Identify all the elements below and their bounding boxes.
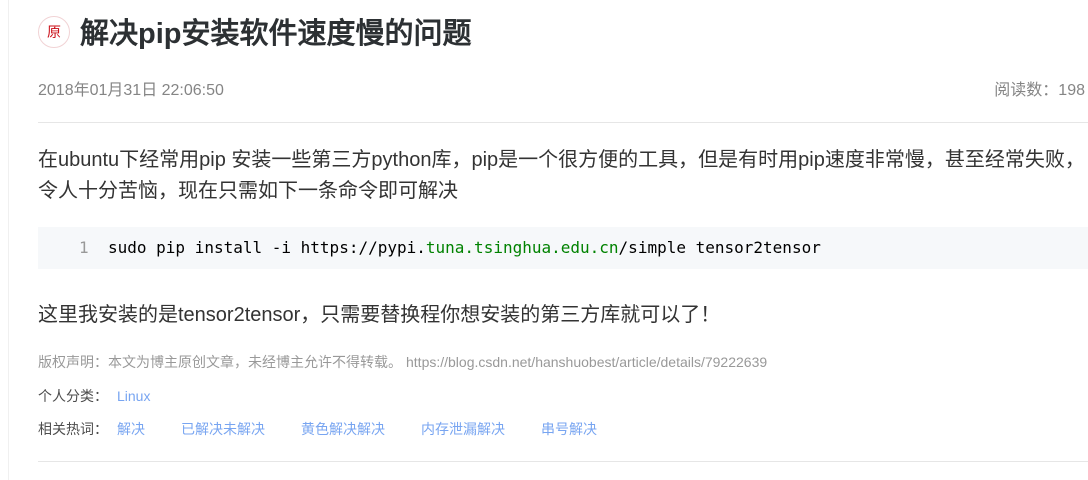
content-left-border xyxy=(8,0,9,480)
read-count-label: 阅读数： xyxy=(994,82,1059,99)
hot-word-link[interactable]: 内存泄漏解决 xyxy=(421,419,505,439)
publish-date: 2018年01月31日 22:06:50 xyxy=(38,82,224,99)
article-title: 解决pip安装软件速度慢的问题 xyxy=(80,18,472,50)
code-segment: sudo pip install -i https://pypi. xyxy=(108,238,426,257)
footer-divider xyxy=(38,461,1088,462)
intro-paragraph-line: 令人十分苦恼，现在只需如下一条命令即可解决 xyxy=(38,180,458,202)
hot-word-link[interactable]: 已解决未解决 xyxy=(181,419,265,439)
header-divider xyxy=(38,122,1088,123)
hot-words-label: 相关热词： xyxy=(38,421,108,437)
hot-word-link[interactable]: 串号解决 xyxy=(541,419,597,439)
code-segment: /simple tensor2tensor xyxy=(618,238,821,257)
closing-paragraph: 这里我安装的是tensor2tensor，只需要替换程你想安装的第三方库就可以了… xyxy=(38,304,721,326)
original-badge: 原 xyxy=(38,16,70,48)
hot-word-link[interactable]: 解决 xyxy=(117,419,145,439)
category-row: 个人分类： Linux xyxy=(38,386,1088,406)
read-count: 阅读数：198 xyxy=(994,80,1085,102)
hot-words-row: 相关热词： 解决 已解决未解决 黄色解决解决 内存泄漏解决 串号解决 xyxy=(38,419,1088,439)
code-line: sudo pip install -i https://pypi.tuna.ts… xyxy=(108,227,821,269)
copyright-text: 版权声明：本文为博主原创文章，未经博主允许不得转载。 xyxy=(38,354,402,370)
hot-word-link[interactable]: 黄色解决解决 xyxy=(301,419,385,439)
category-label: 个人分类： xyxy=(38,388,108,404)
category-link-linux[interactable]: Linux xyxy=(117,386,150,406)
article-url-link[interactable]: https://blog.csdn.net/hanshuobest/articl… xyxy=(406,354,767,370)
copyright-notice: 版权声明：本文为博主原创文章，未经博主允许不得转载。 https://blog.c… xyxy=(38,352,1088,372)
intro-paragraph-line: 在ubuntu下经常用pip 安装一些第三方python库，pip是一个很方便的… xyxy=(38,149,1085,171)
code-line-number: 1 xyxy=(79,238,89,257)
article-page: 原 解决pip安装软件速度慢的问题 2018年01月31日 22:06:50 阅… xyxy=(0,0,1088,480)
code-block: 1 sudo pip install -i https://pypi.tuna.… xyxy=(38,227,1088,269)
intro-paragraph: 在ubuntu下经常用pip 安装一些第三方python库，pip是一个很方便的… xyxy=(38,145,1088,207)
code-segment-highlighted: tuna.tsinghua.edu.cn xyxy=(425,238,619,257)
read-count-value: 198 xyxy=(1058,82,1085,99)
